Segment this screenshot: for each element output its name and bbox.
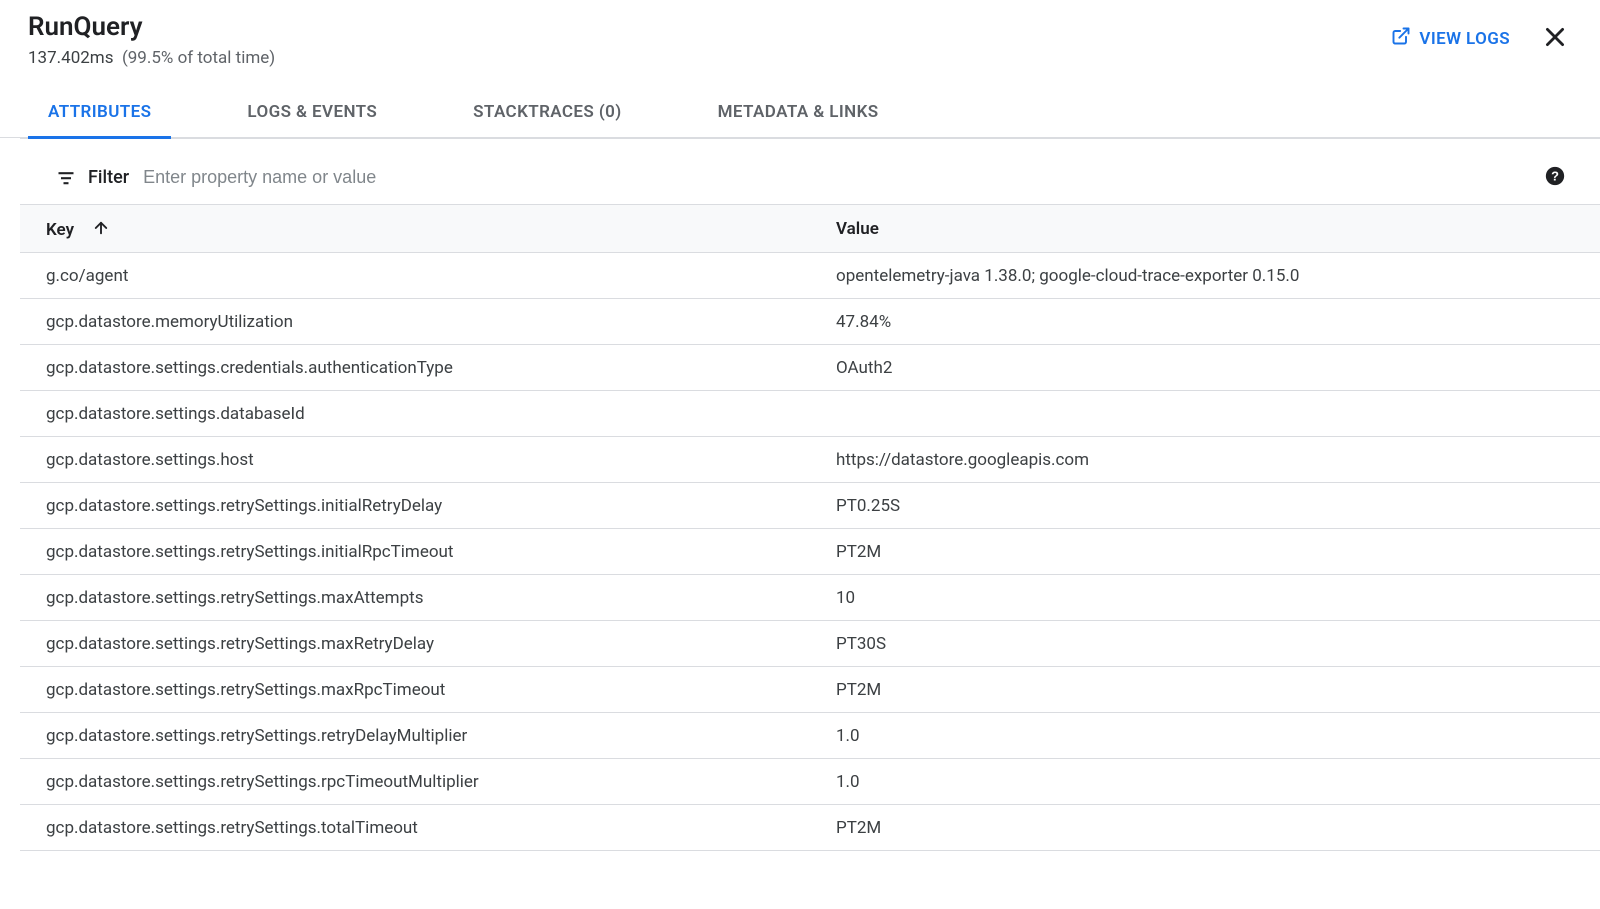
filter-icon	[56, 168, 76, 188]
table-row[interactable]: gcp.datastore.settings.retrySettings.max…	[20, 575, 1600, 621]
tab-strip: ATTRIBUTES LOGS & EVENTS STACKTRACES (0)…	[0, 90, 1600, 138]
tab-content: Filter ? Key	[20, 138, 1600, 851]
attr-key: gcp.datastore.settings.retrySettings.max…	[20, 667, 810, 713]
header-actions: VIEW LOGS	[1391, 20, 1572, 57]
attr-value: 10	[810, 575, 1600, 621]
table-row[interactable]: g.co/agentopentelemetry-java 1.38.0; goo…	[20, 253, 1600, 299]
attr-value: PT2M	[810, 667, 1600, 713]
sort-asc-icon	[92, 219, 110, 237]
close-icon	[1542, 24, 1568, 53]
table-row[interactable]: gcp.datastore.memoryUtilization47.84%	[20, 299, 1600, 345]
attr-value: OAuth2	[810, 345, 1600, 391]
attr-value: PT2M	[810, 805, 1600, 851]
filter-label: Filter	[88, 167, 129, 188]
tab-attributes[interactable]: ATTRIBUTES	[28, 92, 171, 139]
attr-key: gcp.datastore.settings.retrySettings.ini…	[20, 529, 810, 575]
title-block: RunQuery 137.402ms (99.5% of total time)	[28, 12, 1391, 68]
attr-value: PT2M	[810, 529, 1600, 575]
span-timing: 137.402ms (99.5% of total time)	[28, 48, 1391, 68]
attr-value: PT30S	[810, 621, 1600, 667]
svg-text:?: ?	[1551, 169, 1559, 184]
attributes-table: Key Value g.co/agentopentel	[20, 205, 1600, 851]
attr-value: 1.0	[810, 759, 1600, 805]
attr-key: gcp.datastore.settings.retrySettings.rpc…	[20, 759, 810, 805]
help-button[interactable]: ?	[1542, 163, 1568, 192]
table-row[interactable]: gcp.datastore.settings.retrySettings.ini…	[20, 529, 1600, 575]
attr-key: gcp.datastore.settings.retrySettings.ini…	[20, 483, 810, 529]
attr-value: 1.0	[810, 713, 1600, 759]
column-header-key[interactable]: Key	[20, 205, 810, 253]
table-row[interactable]: gcp.datastore.settings.retrySettings.ret…	[20, 713, 1600, 759]
attributes-tbody: g.co/agentopentelemetry-java 1.38.0; goo…	[20, 253, 1600, 851]
attr-key: gcp.datastore.settings.retrySettings.tot…	[20, 805, 810, 851]
attr-key: gcp.datastore.settings.credentials.authe…	[20, 345, 810, 391]
table-row[interactable]: gcp.datastore.settings.retrySettings.max…	[20, 667, 1600, 713]
span-detail-panel: RunQuery 137.402ms (99.5% of total time)…	[0, 0, 1600, 851]
span-duration: 137.402ms	[28, 48, 114, 68]
attr-key: gcp.datastore.settings.retrySettings.ret…	[20, 713, 810, 759]
view-logs-link[interactable]: VIEW LOGS	[1391, 26, 1510, 51]
attr-key: gcp.datastore.memoryUtilization	[20, 299, 810, 345]
table-row[interactable]: gcp.datastore.settings.credentials.authe…	[20, 345, 1600, 391]
attr-key: gcp.datastore.settings.host	[20, 437, 810, 483]
attr-value: 47.84%	[810, 299, 1600, 345]
key-header-label: Key	[46, 220, 74, 240]
table-row[interactable]: gcp.datastore.settings.databaseId	[20, 391, 1600, 437]
attr-value: opentelemetry-java 1.38.0; google-cloud-…	[810, 253, 1600, 299]
span-title: RunQuery	[28, 12, 1391, 42]
close-button[interactable]	[1538, 20, 1572, 57]
table-row[interactable]: gcp.datastore.settings.retrySettings.rpc…	[20, 759, 1600, 805]
view-logs-label: VIEW LOGS	[1419, 29, 1510, 49]
table-row[interactable]: gcp.datastore.settings.retrySettings.tot…	[20, 805, 1600, 851]
value-header-label: Value	[836, 219, 879, 239]
attr-value: https://datastore.googleapis.com	[810, 437, 1600, 483]
filter-bar: Filter ?	[20, 151, 1600, 205]
table-header-row: Key Value	[20, 205, 1600, 253]
span-duration-pct: (99.5% of total time)	[122, 48, 275, 68]
panel-header: RunQuery 137.402ms (99.5% of total time)…	[0, 0, 1600, 68]
attr-key: gcp.datastore.settings.retrySettings.max…	[20, 575, 810, 621]
attr-key: g.co/agent	[20, 253, 810, 299]
attr-key: gcp.datastore.settings.databaseId	[20, 391, 810, 437]
tab-metadata-links[interactable]: METADATA & LINKS	[698, 92, 899, 138]
column-header-value[interactable]: Value	[810, 205, 1600, 253]
tab-stacktraces[interactable]: STACKTRACES (0)	[453, 92, 641, 138]
table-row[interactable]: gcp.datastore.settings.retrySettings.ini…	[20, 483, 1600, 529]
open-in-new-icon	[1391, 26, 1411, 51]
table-row[interactable]: gcp.datastore.settings.hosthttps://datas…	[20, 437, 1600, 483]
attr-key: gcp.datastore.settings.retrySettings.max…	[20, 621, 810, 667]
filter-input[interactable]	[141, 161, 1530, 194]
help-icon: ?	[1544, 165, 1566, 190]
table-row[interactable]: gcp.datastore.settings.retrySettings.max…	[20, 621, 1600, 667]
attr-value: PT0.25S	[810, 483, 1600, 529]
attr-value	[810, 391, 1600, 437]
tab-logs-events[interactable]: LOGS & EVENTS	[227, 92, 397, 138]
